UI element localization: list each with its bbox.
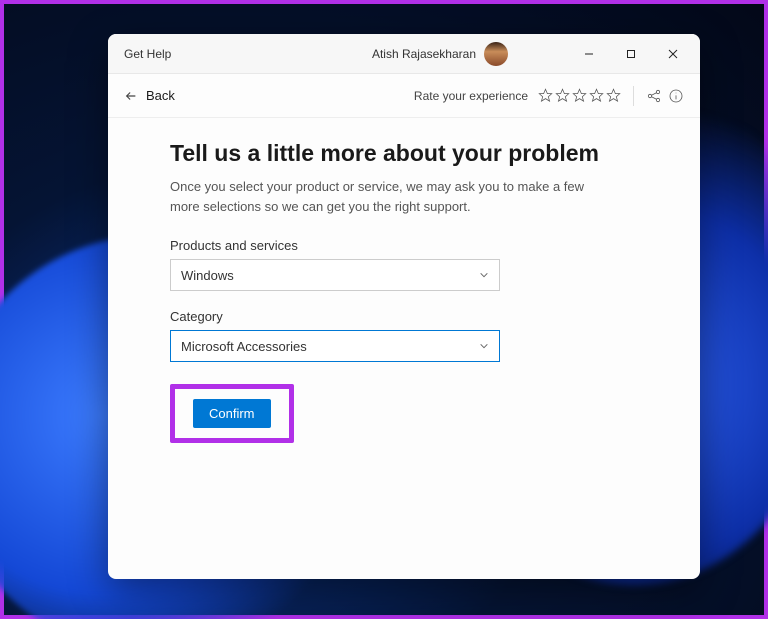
divider [633, 86, 634, 106]
rating-stars[interactable] [538, 88, 621, 103]
share-icon[interactable] [646, 88, 662, 104]
star-icon[interactable] [555, 88, 570, 103]
app-title: Get Help [124, 47, 171, 61]
back-label: Back [146, 88, 175, 103]
page-description: Once you select your product or service,… [170, 177, 590, 216]
highlight-box: Confirm [170, 384, 294, 443]
desktop: Get Help Atish Rajasekharan [0, 0, 768, 619]
close-icon [668, 49, 678, 59]
category-label: Category [170, 309, 638, 324]
back-arrow-icon [124, 89, 138, 103]
minimize-button[interactable] [568, 38, 610, 70]
get-help-window: Get Help Atish Rajasekharan [108, 34, 700, 579]
avatar [484, 42, 508, 66]
chevron-down-icon [479, 270, 489, 280]
titlebar: Get Help Atish Rajasekharan [108, 34, 700, 74]
user-area[interactable]: Atish Rajasekharan [372, 42, 508, 66]
star-icon[interactable] [572, 88, 587, 103]
content: Tell us a little more about your problem… [108, 118, 700, 465]
close-button[interactable] [652, 38, 694, 70]
star-icon[interactable] [589, 88, 604, 103]
star-icon[interactable] [538, 88, 553, 103]
category-value: Microsoft Accessories [181, 339, 307, 354]
chevron-down-icon [479, 341, 489, 351]
toolbar-right: Rate your experience [414, 86, 684, 106]
info-icon[interactable] [668, 88, 684, 104]
minimize-icon [584, 49, 594, 59]
star-icon[interactable] [606, 88, 621, 103]
maximize-icon [626, 49, 636, 59]
toolbar: Back Rate your experience [108, 74, 700, 118]
window-controls [568, 38, 694, 70]
page-title: Tell us a little more about your problem [170, 140, 638, 167]
maximize-button[interactable] [610, 38, 652, 70]
products-value: Windows [181, 268, 234, 283]
back-button[interactable]: Back [124, 88, 175, 103]
category-select[interactable]: Microsoft Accessories [170, 330, 500, 362]
rate-label: Rate your experience [414, 89, 528, 103]
user-name: Atish Rajasekharan [372, 47, 476, 61]
products-label: Products and services [170, 238, 638, 253]
confirm-button[interactable]: Confirm [193, 399, 271, 428]
products-select[interactable]: Windows [170, 259, 500, 291]
